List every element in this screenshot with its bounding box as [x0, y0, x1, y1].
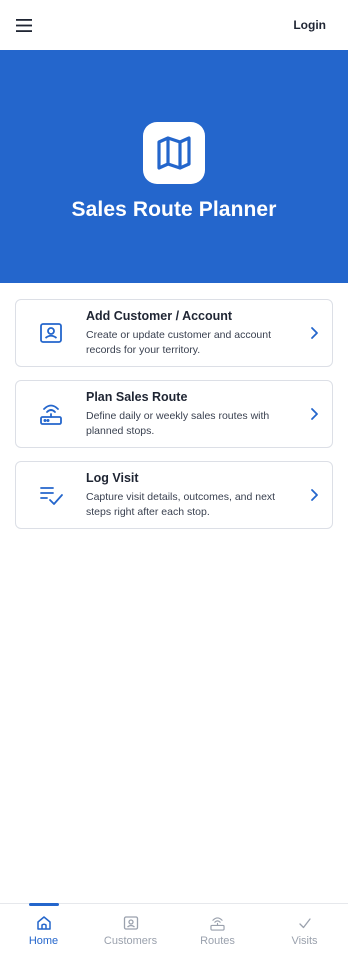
home-icon: [35, 914, 53, 932]
nav-label: Routes: [200, 935, 235, 947]
card-description: Define daily or weekly sales routes with…: [86, 409, 270, 437]
top-app-bar: Login: [0, 0, 348, 50]
card-description: Create or update customer and account re…: [86, 328, 272, 356]
check-icon: [296, 914, 314, 932]
nav-item-visits[interactable]: Visits: [261, 904, 348, 972]
nav-item-home[interactable]: Home: [0, 903, 87, 972]
login-link[interactable]: Login: [293, 18, 334, 32]
router-icon: [16, 381, 86, 447]
nav-item-customers[interactable]: Customers: [87, 904, 174, 972]
chevron-right-icon: [296, 488, 332, 502]
nav-item-routes[interactable]: Routes: [174, 904, 261, 972]
plan-sales-route-card[interactable]: Plan Sales Route Define daily or weekly …: [15, 380, 333, 448]
active-indicator: [28, 903, 59, 906]
hero-banner: Sales Route Planner: [0, 50, 348, 283]
bottom-navigation: Home Customers Routes Visits: [0, 903, 348, 972]
card-title: Add Customer / Account: [86, 308, 233, 323]
contact-card-icon: [16, 300, 86, 366]
checklist-icon: [16, 462, 86, 528]
nav-label: Visits: [291, 935, 318, 947]
hamburger-menu-icon[interactable]: [14, 15, 34, 35]
chevron-right-icon: [296, 407, 332, 421]
contact-card-icon: [122, 914, 140, 932]
card-title: Log Visit: [86, 470, 139, 485]
log-visit-card[interactable]: Log Visit Capture visit details, outcome…: [15, 461, 333, 529]
add-customer-card[interactable]: Add Customer / Account Create or update …: [15, 299, 333, 367]
card-description: Capture visit details, outcomes, and nex…: [86, 490, 276, 518]
map-icon: [143, 122, 205, 184]
app-title: Sales Route Planner: [71, 198, 277, 221]
action-card-list: Add Customer / Account Create or update …: [15, 299, 333, 542]
card-title: Plan Sales Route: [86, 389, 188, 404]
chevron-right-icon: [296, 326, 332, 340]
nav-label: Customers: [103, 935, 158, 947]
nav-label: Home: [28, 935, 59, 947]
router-icon: [209, 914, 227, 932]
